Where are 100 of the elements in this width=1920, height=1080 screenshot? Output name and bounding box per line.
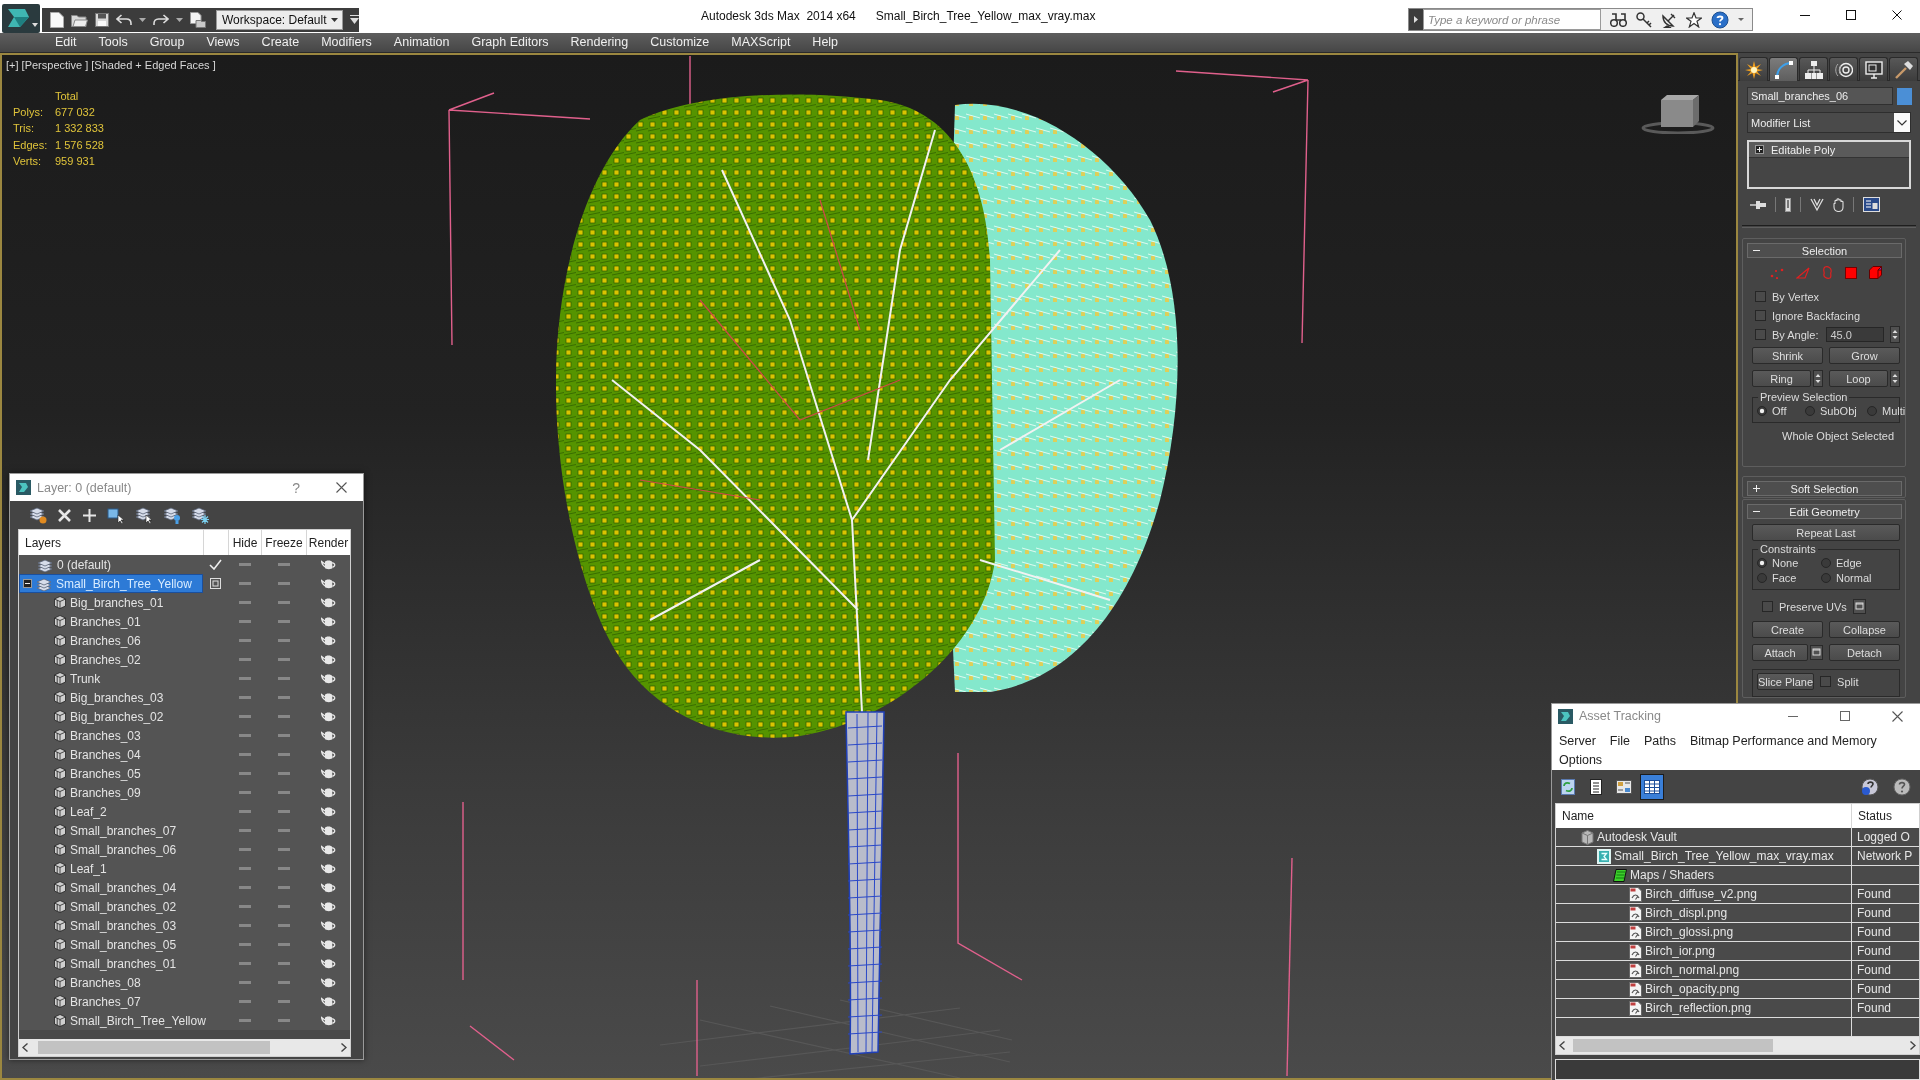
menu-item[interactable]: Modifiers: [310, 33, 383, 52]
color-swatch-icon[interactable]: [1897, 87, 1912, 105]
minus-icon[interactable]: [1752, 508, 1760, 515]
panel-button[interactable]: Repeat Last: [1752, 524, 1900, 541]
new-layer-icon[interactable]: [29, 506, 47, 524]
asset-item[interactable]: Birch_displ.png: [1556, 904, 1851, 922]
viewport-label[interactable]: [+] [Perspective ] [Shaded + Edged Faces ]: [6, 59, 216, 71]
close-icon[interactable]: [336, 482, 347, 493]
caret-down-icon[interactable]: [176, 18, 183, 22]
settings-icon[interactable]: [1852, 599, 1866, 614]
asset-item[interactable]: Birch_normal.png: [1556, 961, 1851, 979]
teapot-icon[interactable]: [320, 996, 336, 1007]
asset-item[interactable]: Birch_glossi.png: [1556, 923, 1851, 941]
column-header[interactable]: Name: [1556, 804, 1851, 828]
menu-item[interactable]: File: [1602, 732, 1637, 751]
asset-item[interactable]: Maps / Shaders: [1556, 866, 1851, 884]
radio-button[interactable]: [1821, 573, 1831, 583]
menu-item[interactable]: Bitmap Performance and Memory: [1682, 732, 1884, 751]
teapot-icon[interactable]: [320, 616, 336, 627]
teapot-icon[interactable]: [320, 692, 336, 703]
asset-item[interactable]: Birch_reflection.png: [1556, 999, 1851, 1017]
panel-tab[interactable]: [1859, 57, 1888, 81]
horizontal-scrollbar[interactable]: [19, 1039, 350, 1056]
polygon-icon[interactable]: [1845, 266, 1857, 279]
checkbox[interactable]: [1755, 291, 1766, 302]
object-name-field[interactable]: Small_branches_06: [1747, 87, 1893, 105]
menu-item[interactable]: Edit: [44, 33, 88, 52]
asset-item[interactable]: Birch_opacity.png: [1556, 980, 1851, 998]
menu-item[interactable]: Group: [138, 33, 196, 52]
expand-icon[interactable]: [1755, 145, 1764, 154]
teapot-icon[interactable]: [320, 882, 336, 893]
layers-snowflake-icon[interactable]: [191, 506, 209, 524]
layers-cursor-icon[interactable]: [135, 506, 153, 524]
menu-item[interactable]: Views: [195, 33, 251, 52]
teapot-icon[interactable]: [320, 1015, 336, 1026]
caret-down-icon[interactable]: [139, 18, 146, 22]
teapot-icon[interactable]: [320, 806, 336, 817]
teapot-icon[interactable]: [320, 673, 336, 684]
undo-icon[interactable]: [116, 14, 132, 26]
teapot-icon[interactable]: [320, 578, 336, 589]
menu-item[interactable]: Animation: [382, 33, 461, 52]
teapot-icon[interactable]: [320, 559, 336, 570]
teapot-icon[interactable]: [320, 825, 336, 836]
square-icon[interactable]: [210, 578, 221, 589]
asset-item[interactable]: Autodesk Vault: [1556, 828, 1851, 846]
panel-button[interactable]: Attach: [1752, 644, 1808, 661]
layers-bulb-icon[interactable]: [163, 506, 181, 524]
teapot-icon[interactable]: [320, 711, 336, 722]
panel-button[interactable]: Collapse: [1829, 621, 1900, 638]
modifier-item[interactable]: Editable Poly: [1749, 142, 1909, 158]
menu-item[interactable]: Create: [250, 33, 311, 52]
search-field[interactable]: Type a keyword or phrase: [1423, 9, 1601, 30]
caret-down-icon[interactable]: [1738, 18, 1744, 21]
panel-button[interactable]: Loop: [1829, 370, 1888, 387]
angle-field[interactable]: 45.0: [1826, 327, 1884, 342]
redo-icon[interactable]: [153, 14, 169, 26]
horizontal-scrollbar[interactable]: [1556, 1037, 1919, 1054]
panel-button[interactable]: Slice Plane: [1757, 673, 1815, 690]
teapot-icon[interactable]: [320, 597, 336, 608]
close-icon[interactable]: [1892, 10, 1902, 20]
maximize-icon[interactable]: [1846, 10, 1856, 20]
layer-item[interactable]: Small_Birch_Tree_Yellow: [19, 574, 203, 593]
asset-item[interactable]: Birch_diffuse_v2.png: [1556, 885, 1851, 903]
caret-down-icon[interactable]: [331, 18, 338, 22]
radio-button[interactable]: [1821, 558, 1831, 568]
panel-button[interactable]: Shrink: [1752, 347, 1823, 364]
star-icon[interactable]: [1686, 11, 1702, 28]
menu-item[interactable]: Help: [801, 33, 850, 52]
panel-button[interactable]: Detach: [1829, 644, 1900, 661]
checkbox[interactable]: [1762, 601, 1773, 612]
panel-tab[interactable]: [1829, 57, 1858, 81]
plus-icon[interactable]: [1752, 485, 1760, 492]
cube-cursor-icon[interactable]: [107, 506, 125, 524]
dropdown-arrow-icon[interactable]: [350, 15, 359, 25]
menu-item[interactable]: Graph Editors: [460, 33, 560, 52]
help-icon[interactable]: [1711, 10, 1729, 29]
chevron-down-icon[interactable]: [1894, 113, 1910, 132]
teapot-icon[interactable]: [320, 939, 336, 950]
plus-icon[interactable]: [82, 507, 97, 523]
teapot-icon[interactable]: [320, 901, 336, 912]
panel-tab[interactable]: [1769, 57, 1798, 81]
column-icon[interactable]: [1785, 197, 1791, 212]
menu-item[interactable]: Options: [1552, 751, 1610, 770]
rollout-header[interactable]: Selection: [1747, 243, 1902, 258]
close-icon[interactable]: [1891, 710, 1903, 722]
workspace-dropdown[interactable]: Workspace: Default: [216, 10, 343, 30]
help-icon[interactable]: [1893, 777, 1911, 796]
spinner-icon[interactable]: [1890, 370, 1900, 387]
checkbox[interactable]: [1755, 310, 1766, 321]
teapot-icon[interactable]: [320, 977, 336, 988]
modifier-list-dropdown[interactable]: Modifier List: [1747, 112, 1911, 133]
check-icon[interactable]: [209, 559, 222, 570]
checkbox[interactable]: [1755, 329, 1766, 340]
menu-item[interactable]: Tools: [87, 33, 139, 52]
teapot-icon[interactable]: [320, 920, 336, 931]
settings-icon[interactable]: [1810, 645, 1823, 660]
scrollbar-thumb[interactable]: [38, 1041, 270, 1054]
teapot-icon[interactable]: [320, 768, 336, 779]
minimize-icon[interactable]: [1800, 14, 1810, 16]
panel-tab[interactable]: [1889, 57, 1918, 81]
